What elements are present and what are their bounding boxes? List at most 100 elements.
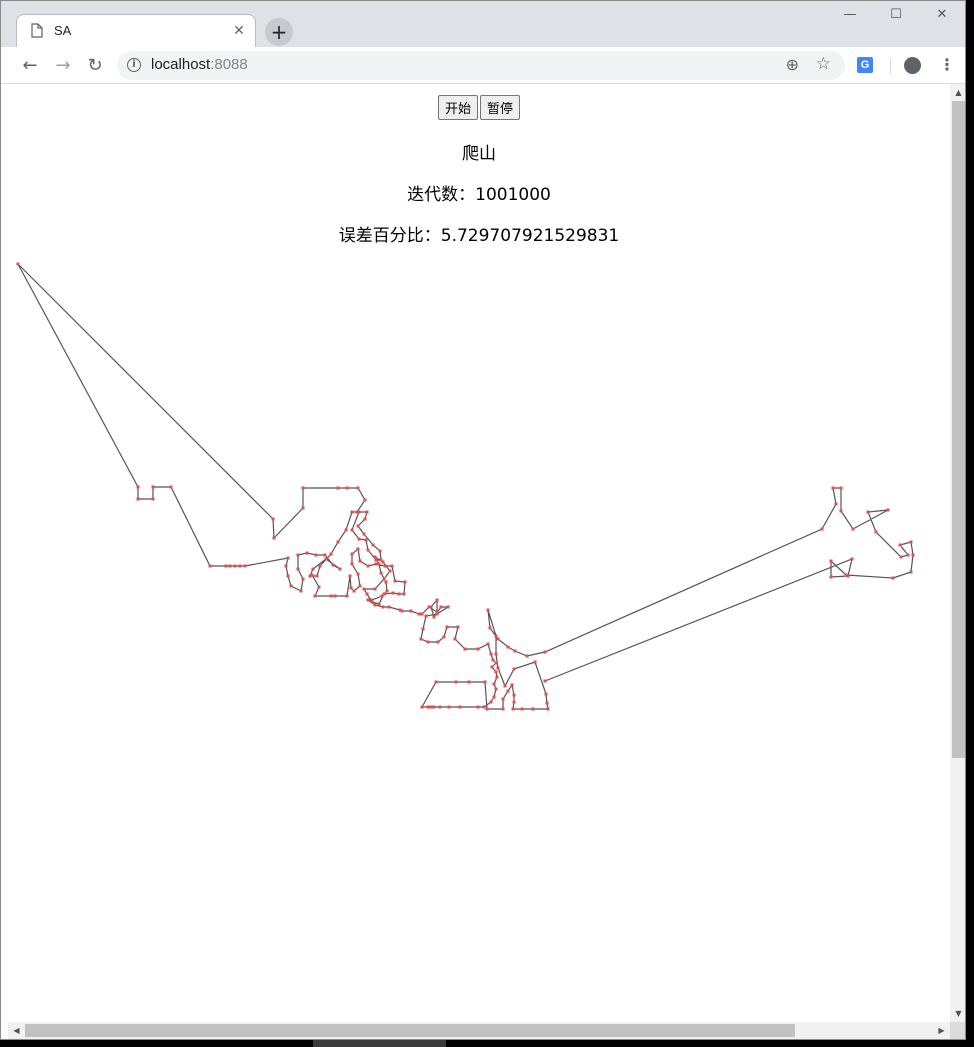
city-point	[333, 594, 337, 598]
city-point	[371, 543, 375, 547]
city-point	[385, 589, 389, 593]
city-point	[370, 598, 374, 602]
city-point	[377, 562, 381, 566]
city-point	[390, 564, 394, 568]
reload-button[interactable]: ↻	[83, 54, 107, 78]
city-point	[388, 569, 392, 573]
city-point	[488, 626, 492, 630]
tab-sa[interactable]: SA ✕	[16, 14, 256, 48]
city-point	[224, 564, 228, 568]
city-point	[520, 707, 524, 711]
error-label: 误差百分比：	[338, 226, 441, 246]
city-point	[299, 589, 303, 593]
city-point	[357, 537, 361, 541]
close-window-button[interactable]: ✕	[919, 7, 965, 27]
iteration-label: 迭代数：	[407, 185, 476, 205]
city-point	[417, 612, 421, 616]
start-button[interactable]: 开始	[437, 95, 478, 120]
document-icon	[31, 23, 43, 38]
city-point	[402, 592, 406, 596]
city-point	[286, 556, 290, 560]
city-point	[349, 586, 353, 590]
city-point	[169, 485, 173, 489]
city-point	[456, 625, 460, 629]
city-point	[866, 510, 870, 514]
account-icon[interactable]	[904, 57, 921, 74]
city-point	[850, 557, 854, 561]
info-icon[interactable]: i	[127, 58, 141, 72]
city-point	[839, 509, 843, 513]
scroll-left-icon[interactable]: ◀	[8, 1022, 25, 1039]
city-point	[492, 695, 496, 699]
city-point	[886, 508, 890, 512]
scroll-down-icon[interactable]: ▼	[950, 1005, 965, 1022]
city-point	[329, 552, 333, 556]
city-point	[546, 707, 550, 711]
city-point	[476, 705, 480, 709]
city-point	[151, 497, 155, 501]
city-point	[543, 679, 547, 683]
city-point	[432, 615, 436, 619]
city-point	[301, 486, 305, 490]
scroll-right-icon[interactable]: ▶	[933, 1022, 950, 1039]
city-point	[350, 528, 354, 532]
translate-icon[interactable]: G	[857, 57, 873, 73]
city-point	[358, 559, 362, 563]
city-point	[494, 661, 498, 665]
city-point	[426, 705, 430, 709]
new-tab-button[interactable]: +	[265, 18, 293, 46]
error-value: 5.729707921529831	[440, 226, 620, 246]
city-point	[511, 707, 515, 711]
city-point	[331, 563, 335, 567]
star-icon[interactable]: ☆	[816, 54, 831, 74]
city-point	[350, 552, 354, 556]
title-bar: SA ✕ + — ☐ ✕	[1, 1, 965, 48]
city-point	[301, 577, 305, 581]
city-point	[485, 707, 489, 711]
city-point	[356, 547, 360, 551]
vertical-scrollbar[interactable]: ▲ ▼	[950, 84, 965, 1022]
vertical-scroll-thumb[interactable]	[952, 101, 965, 758]
city-point	[458, 705, 462, 709]
city-point	[829, 559, 833, 563]
maximize-button[interactable]: ☐	[873, 7, 919, 27]
pause-button[interactable]: 暂停	[480, 95, 521, 120]
city-point	[366, 598, 370, 602]
city-point	[362, 587, 366, 591]
city-point	[438, 705, 442, 709]
city-point	[501, 707, 505, 711]
tab-title: SA	[54, 23, 72, 38]
city-point	[344, 528, 348, 532]
city-point	[495, 675, 499, 679]
error-line: 误差百分比：5.729707921529831	[8, 221, 950, 246]
city-point	[453, 637, 457, 641]
city-point	[829, 575, 833, 579]
city-point	[380, 594, 384, 598]
zoom-icon[interactable]: ⊕	[786, 55, 799, 74]
address-bar[interactable]: i localhost:8088 ⊕ ☆	[117, 51, 845, 80]
page-viewport: 开始 暂停 爬山 迭代数：1001000 误差百分比：5.729707921529…	[8, 84, 950, 1022]
forward-button[interactable]: →	[51, 54, 75, 78]
city-point	[373, 555, 377, 559]
city-point	[510, 683, 514, 687]
city-point	[436, 640, 440, 644]
city-point	[445, 625, 449, 629]
city-point	[373, 587, 377, 591]
iteration-value: 1001000	[475, 185, 551, 205]
close-tab-icon[interactable]: ✕	[231, 23, 247, 39]
city-point	[311, 567, 315, 571]
minimize-button[interactable]: —	[827, 7, 873, 27]
back-button[interactable]: ←	[18, 54, 42, 78]
city-point	[820, 527, 824, 531]
city-point	[494, 634, 498, 638]
city-point	[329, 594, 333, 598]
city-point	[289, 584, 293, 588]
url-text[interactable]: localhost:8088	[151, 56, 248, 73]
city-point	[356, 524, 360, 528]
menu-icon[interactable]: ⋮	[939, 55, 955, 74]
city-point	[365, 592, 369, 596]
horizontal-scroll-thumb[interactable]	[25, 1024, 795, 1037]
city-point	[513, 649, 517, 653]
horizontal-scrollbar[interactable]: ◀ ▶	[8, 1022, 950, 1039]
scroll-up-icon[interactable]: ▲	[950, 84, 965, 101]
